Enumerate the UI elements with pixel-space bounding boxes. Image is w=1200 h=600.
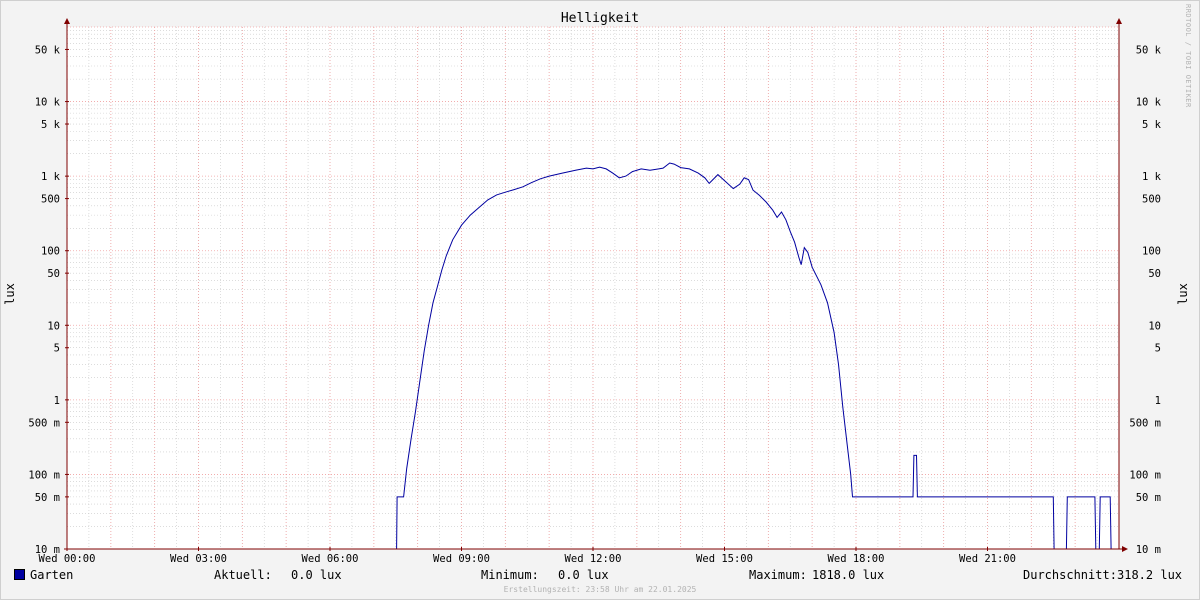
y-tick-label: 500 [41, 194, 60, 206]
y-tick-label-right: 500 [1142, 194, 1161, 206]
y-tick-label: 100 m [28, 469, 60, 481]
y-tick-label-right: 100 m [1129, 469, 1161, 481]
x-axis-arrow [1122, 546, 1128, 552]
y-tick-label-right: 10 [1148, 320, 1161, 332]
y-tick-label-right: 10 k [1136, 97, 1162, 109]
x-tick-labels: Wed 00:00 Wed 03:00 Wed 06:00 Wed 09:00 Wed … [39, 553, 1016, 565]
x-tick-label: Wed 06:00 [302, 553, 359, 565]
legend-minimum-value: 0.0 lux [558, 568, 609, 582]
legend: Garten Aktuell: 0.0 lux Minimum: 0.0 lux… [0, 568, 1200, 584]
x-tick-label: Wed 00:00 [39, 553, 96, 565]
watermark: RRDTOOL / TOBI OETIKER [1184, 4, 1192, 108]
y-axis-label-right: lux [1175, 283, 1190, 305]
y-tick-label: 10 k [35, 97, 61, 109]
y-tick-label-right: 50 k [1136, 44, 1162, 56]
x-tick-label: Wed 21:00 [959, 553, 1016, 565]
y-tick-label: 1 k [41, 171, 61, 183]
y-tick-label: 5 k [41, 119, 61, 131]
y-tick-label-right: 5 [1155, 343, 1161, 355]
x-tick-label: Wed 15:00 [696, 553, 753, 565]
legend-series-name: Garten [30, 568, 74, 582]
chart-title: Helligkeit [560, 11, 640, 26]
x-tick-label: Wed 18:00 [828, 553, 885, 565]
legend-maximum-label: Maximum: [749, 568, 807, 582]
y-tick-label-right: 50 m [1136, 492, 1161, 504]
y-tick-label-right: 50 [1148, 268, 1161, 280]
y-axis-label-left: lux [2, 283, 17, 305]
y-tick-label-right: 5 k [1142, 119, 1162, 131]
y-tick-label-right: 500 m [1129, 417, 1161, 429]
y-tick-label: 50 k [35, 44, 61, 56]
legend-minimum-label: Minimum: [481, 568, 539, 582]
legend-maximum-value: 1818.0 lux [812, 568, 885, 582]
y-tick-label-right: 10 m [1136, 544, 1161, 556]
y-tick-label: 100 [41, 246, 60, 258]
legend-aktuell-label: Aktuell: [214, 568, 272, 582]
y-tick-label: 5 [54, 343, 60, 355]
chart-plot: 10 m 50 m 100 m 500 m 1 5 10 50 100 500 1 k 5 k 10 k… [28, 18, 1162, 565]
y-tick-label: 10 [47, 320, 60, 332]
y-tick-label: 500 m [28, 417, 60, 429]
y-tick-label-right: 1 k [1142, 171, 1162, 183]
y-tick-labels-right: 10 m 50 m 100 m 500 m 1 5 10 50 100 500 1 k 5 k 10 k… [1129, 44, 1161, 556]
footer-timestamp: Erstellungszeit: 23:58 Uhr am 22.01.2025 [503, 585, 697, 594]
legend-aktuell-value: 0.0 lux [291, 568, 342, 582]
y-tick-label: 50 [47, 268, 60, 280]
x-tick-label: Wed 03:00 [170, 553, 227, 565]
y-tick-label: 50 m [35, 492, 60, 504]
y-tick-labels-left: 10 m50 m100 m500 m1510501005001 k5 k10 k… [28, 44, 60, 556]
y-tick-label: 1 [54, 395, 60, 407]
legend-durchschnitt-value: 318.2 lux [1117, 568, 1183, 582]
legend-swatch-garten [14, 569, 25, 580]
y-tick-label-right: 100 [1142, 246, 1161, 258]
x-tick-label: Wed 09:00 [433, 553, 490, 565]
legend-durchschnitt-label: Durchschnitt: [1023, 568, 1117, 582]
x-tick-label: Wed 12:00 [565, 553, 622, 565]
y-tick-label-right: 1 [1155, 395, 1161, 407]
